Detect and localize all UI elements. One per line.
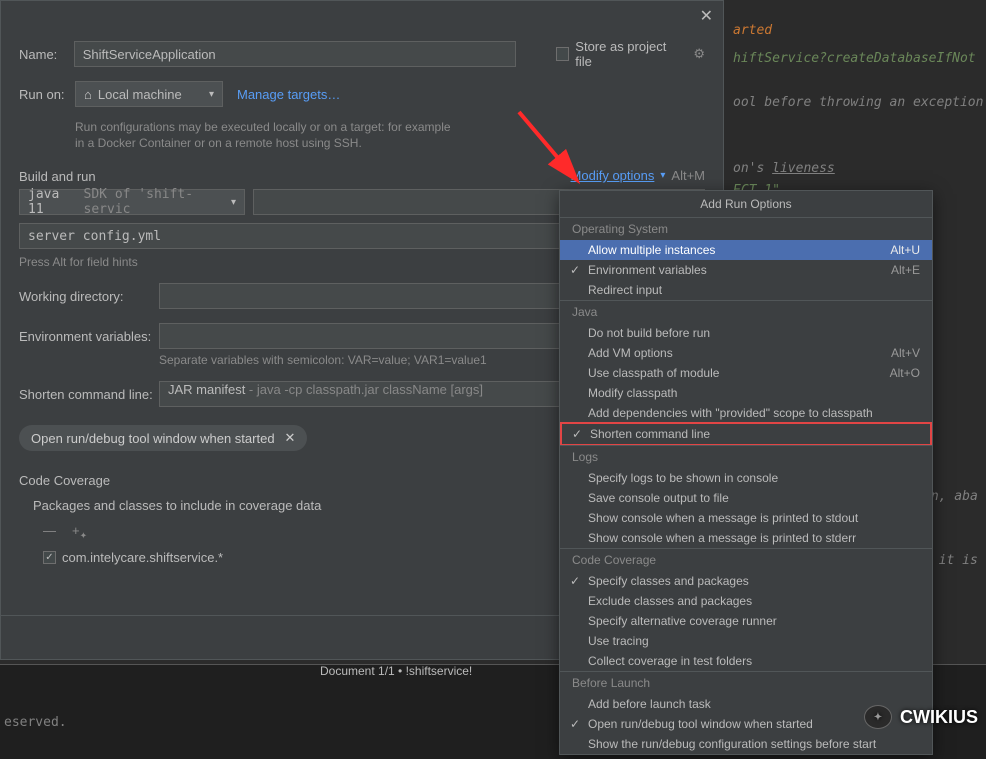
popup-item-label: Use tracing (588, 634, 649, 648)
store-as-project-checkbox[interactable] (556, 47, 570, 61)
popup-item-label: Allow multiple instances (588, 243, 715, 257)
check-icon: ✓ (572, 427, 582, 441)
chevron-down-icon: ▾ (231, 197, 236, 208)
document-status: Document 1/1 • !shiftservice! (320, 664, 472, 678)
popup-item-label: Specify logs to be shown in console (588, 471, 778, 485)
chevron-down-icon: ▾ (660, 170, 665, 181)
gear-icon[interactable]: ⚙ (693, 46, 705, 62)
popup-item[interactable]: Allow multiple instances Alt+U (560, 240, 932, 260)
popup-item[interactable]: ✓ Specify classes and packages (560, 571, 932, 591)
popup-item-shortcut: Alt+E (891, 263, 920, 277)
name-input[interactable] (74, 41, 516, 67)
working-directory-label: Working directory: (19, 289, 159, 304)
popup-item[interactable]: ✓ Shorten command line (562, 424, 930, 444)
popup-item-label: Modify classpath (588, 386, 677, 400)
run-on-label: Run on: (19, 87, 75, 102)
popup-item-label: Specify classes and packages (588, 574, 749, 588)
popup-item-label: Redirect input (588, 283, 662, 297)
home-icon: ⌂ (84, 87, 92, 102)
watermark: ✦ CWIKIUS (864, 705, 978, 729)
popup-group-header: Java (560, 300, 932, 323)
popup-group-header: Operating System (560, 218, 932, 240)
remove-icon[interactable]: — (43, 523, 56, 542)
popup-item[interactable]: Add dependencies with "provided" scope t… (560, 403, 932, 423)
check-icon: ✓ (570, 574, 580, 588)
popup-item-label: Show console when a message is printed t… (588, 511, 858, 525)
popup-item-label: Show console when a message is printed t… (588, 531, 856, 545)
popup-item[interactable]: Exclude classes and packages (560, 591, 932, 611)
popup-item[interactable]: Use tracing (560, 631, 932, 651)
popup-item[interactable]: Specify alternative coverage runner (560, 611, 932, 631)
manage-targets-link[interactable]: Manage targets… (237, 87, 340, 102)
popup-title: Add Run Options (560, 191, 932, 218)
popup-item[interactable]: Save console output to file (560, 488, 932, 508)
dialog-title-bar: ✕ (1, 1, 723, 31)
chat-bubble-icon: ✦ (864, 705, 892, 729)
modify-options-link[interactable]: Modify options (571, 168, 655, 183)
check-icon: ✓ (570, 717, 580, 731)
name-label: Name: (19, 47, 74, 62)
check-icon: ✓ (570, 263, 580, 277)
popup-group-header: Before Launch (560, 671, 932, 694)
open-tool-window-chip[interactable]: Open run/debug tool window when started … (19, 425, 307, 451)
chevron-down-icon: ▾ (209, 89, 214, 100)
modify-options-shortcut: Alt+M (671, 168, 705, 183)
popup-item[interactable]: Modify classpath (560, 383, 932, 403)
popup-item-label: Show the run/debug configuration setting… (588, 737, 876, 751)
chip-label: Open run/debug tool window when started (31, 431, 275, 446)
popup-item-label: Add dependencies with "provided" scope t… (588, 406, 873, 420)
popup-item-label: Add before launch task (588, 697, 711, 711)
popup-item-shortcut: Alt+O (890, 366, 920, 380)
popup-item[interactable]: Specify logs to be shown in console (560, 468, 932, 488)
popup-item-label: Open run/debug tool window when started (588, 717, 813, 731)
popup-item-label: Collect coverage in test folders (588, 654, 752, 668)
close-icon[interactable]: ✕ (700, 6, 713, 26)
popup-item[interactable]: Do not build before run (560, 323, 932, 343)
popup-item-label: Save console output to file (588, 491, 729, 505)
popup-item-shortcut: Alt+U (890, 243, 920, 257)
shorten-cmd-label: Shorten command line: (19, 387, 159, 402)
popup-item[interactable]: Show the run/debug configuration setting… (560, 734, 932, 754)
popup-item-label: Environment variables (588, 263, 707, 277)
popup-item-label: Exclude classes and packages (588, 594, 752, 608)
popup-item-label: Use classpath of module (588, 366, 719, 380)
popup-item[interactable]: ✓ Environment variables Alt+E (560, 260, 932, 280)
run-on-hint: Run configurations may be executed local… (75, 119, 455, 151)
chip-remove-icon[interactable]: ✕ (285, 430, 296, 446)
popup-item-label: Specify alternative coverage runner (588, 614, 777, 628)
run-on-dropdown[interactable]: ⌂ Local machine ▾ (75, 81, 223, 107)
env-vars-label: Environment variables: (19, 329, 159, 344)
popup-group-header: Logs (560, 445, 932, 468)
store-as-project-label: Store as project file (575, 39, 683, 69)
jdk-value: java 11 (28, 187, 78, 217)
popup-item[interactable]: Show console when a message is printed t… (560, 508, 932, 528)
package-checkbox[interactable]: ✓ (43, 551, 56, 564)
popup-item-label: Add VM options (588, 346, 673, 360)
popup-item[interactable]: Use classpath of module Alt+O (560, 363, 932, 383)
coverage-package-item[interactable]: com.intelycare.shiftservice.* (62, 550, 223, 565)
jdk-dropdown[interactable]: java 11 SDK of 'shift-servic ▾ (19, 189, 245, 215)
popup-item[interactable]: Add VM options Alt+V (560, 343, 932, 363)
add-icon[interactable]: +✦ (72, 523, 87, 542)
popup-item-shortcut: Alt+V (891, 346, 920, 360)
run-on-value: Local machine (98, 87, 182, 102)
popup-item[interactable]: Collect coverage in test folders (560, 651, 932, 671)
popup-item-label: Do not build before run (588, 326, 710, 340)
popup-group-header: Code Coverage (560, 548, 932, 571)
popup-item[interactable]: Redirect input (560, 280, 932, 300)
popup-item[interactable]: Show console when a message is printed t… (560, 528, 932, 548)
popup-item-label: Shorten command line (590, 427, 710, 441)
add-run-options-popup: Add Run Options Operating SystemAllow mu… (559, 190, 933, 755)
